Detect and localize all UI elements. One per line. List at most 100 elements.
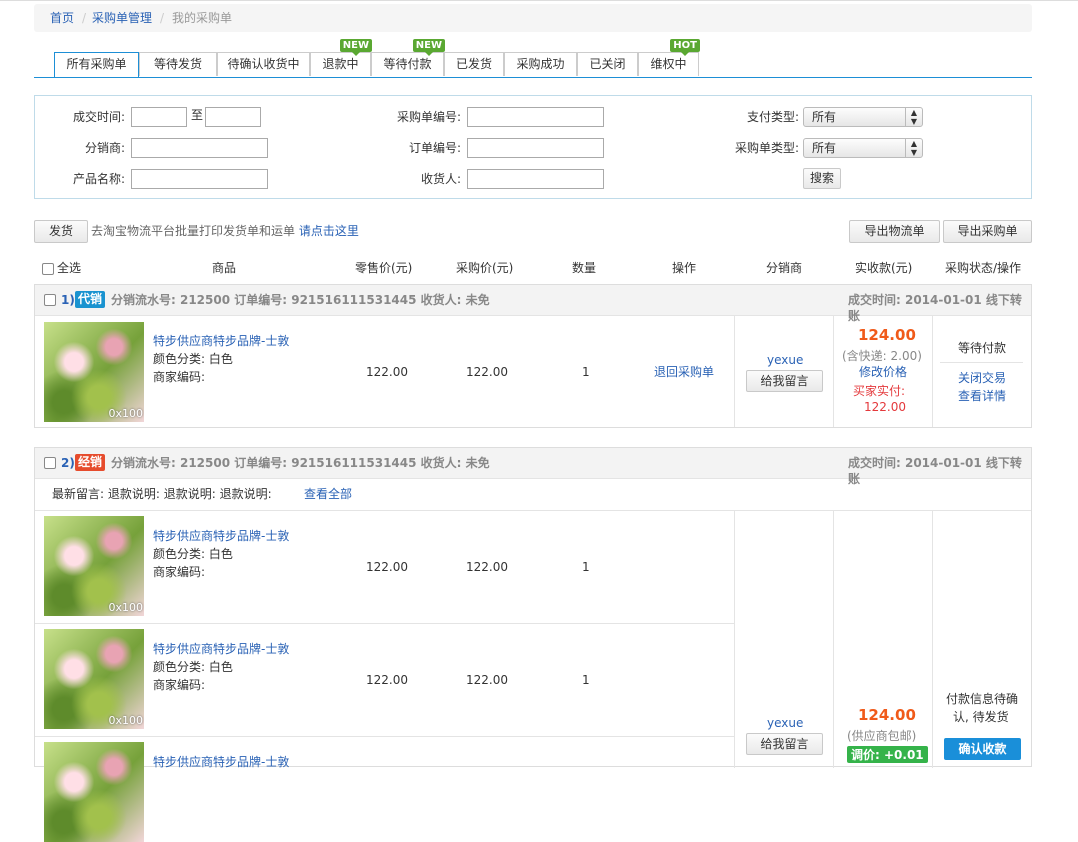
buyer-paid-amount: 122.00 [864, 400, 906, 414]
price-adjust-badge: 调价: +0.01 [847, 746, 928, 763]
search-button[interactable]: 搜索 [803, 168, 841, 189]
confirm-payment-button[interactable]: 确认收款 [944, 738, 1021, 760]
tab-label: 等待发货 [153, 57, 202, 71]
order-checkbox[interactable] [44, 294, 56, 306]
column-status: 采购状态/操作 [945, 261, 1022, 275]
breadcrumb-separator: / [82, 11, 87, 25]
deal-time-label: 成交时间: [72, 110, 125, 124]
ship-button[interactable]: 发货 [34, 220, 88, 243]
tab-awaiting-payment[interactable]: 等待付款 NEW [371, 39, 445, 76]
latest-message: 最新留言: 退款说明: 退款说明: 退款说明: [52, 487, 272, 501]
tab-label: 等待付款 [383, 57, 432, 71]
receiver-label: 收货人: [420, 172, 461, 186]
shipping-note: (供应商包邮) [847, 729, 917, 743]
tab-label: 维权中 [650, 57, 687, 71]
order-number-input[interactable] [467, 138, 604, 158]
close-trade-link[interactable]: 关闭交易 [958, 370, 1006, 386]
purchase-price: 122.00 [466, 365, 508, 379]
message-button[interactable]: 给我留言 [746, 733, 823, 755]
distributor-link[interactable]: yexue [767, 352, 803, 368]
tab-all[interactable]: 所有采购单 [54, 52, 139, 77]
breadcrumb-current: 我的采购单 [172, 11, 233, 25]
hot-badge: HOT [670, 39, 700, 56]
tab-closed[interactable]: 已关闭 [577, 52, 638, 76]
product-title-link[interactable]: 特步供应商特步品牌-士敦 [153, 640, 289, 658]
divider [35, 623, 734, 624]
filter-panel: 成交时间: 至 分销商: 产品名称: 采购单编号: 订单编号: 收货人: 支付类… [34, 95, 1032, 199]
product-title-link[interactable]: 特步供应商特步品牌-士敦 [153, 753, 289, 771]
distributor-link[interactable]: yexue [767, 715, 803, 731]
tab-awaiting-shipment[interactable]: 等待发货 [139, 52, 217, 76]
new-badge: NEW [412, 39, 445, 56]
tab-refunding[interactable]: 退款中 NEW [310, 39, 372, 76]
breadcrumb-home[interactable]: 首页 [50, 11, 74, 25]
distributor-input[interactable] [131, 138, 268, 158]
order-index: 2) [61, 456, 75, 470]
modify-price-link[interactable]: 修改价格 [859, 364, 907, 380]
quantity: 1 [582, 673, 590, 687]
deal-time-start-input[interactable] [131, 107, 187, 127]
select-all-checkbox[interactable] [42, 263, 54, 275]
column-distributor: 分销商 [766, 261, 803, 275]
product-color: 颜色分类: 白色 [153, 547, 233, 561]
select-arrows-icon: ▲ ▼ [905, 108, 922, 126]
breadcrumb-section[interactable]: 采购单管理 [92, 11, 152, 25]
quantity: 1 [582, 365, 590, 379]
po-type-select[interactable]: 所有 ▲ ▼ [803, 138, 923, 158]
divider [734, 316, 735, 427]
tab-awaiting-receipt[interactable]: 待确认收货中 [217, 52, 310, 76]
retail-price: 122.00 [366, 560, 408, 574]
product-thumbnail[interactable]: 0x100 [44, 322, 144, 422]
tab-dispute[interactable]: 维权中 HOT [638, 39, 700, 76]
order-meta: 分销流水号: 212500 订单编号: 921516111531445 收货人:… [111, 293, 490, 307]
ship-hint-link[interactable]: 请点击这里 [299, 224, 359, 238]
product-title-link[interactable]: 特步供应商特步品牌-士敦 [153, 332, 289, 350]
product-thumbnail[interactable]: 0x100 [44, 516, 144, 616]
order-amount: 124.00 [858, 706, 916, 724]
divider [940, 362, 1023, 363]
receiver-input[interactable] [467, 169, 604, 189]
divider [734, 511, 735, 768]
po-number-label: 采购单编号: [396, 110, 461, 124]
product-color: 颜色分类: 白色 [153, 660, 233, 674]
message-button[interactable]: 给我留言 [746, 370, 823, 392]
product-thumbnail[interactable]: 0x100 [44, 629, 144, 729]
retail-price: 122.00 [366, 673, 408, 687]
order-time: 成交时间: 2014-01-01 线下转账 [848, 456, 1022, 486]
order-card: 1) 代销 分销流水号: 212500 订单编号: 92151611153144… [34, 284, 1032, 428]
po-type-label: 采购单类型: [734, 141, 799, 155]
column-action: 操作 [672, 261, 697, 275]
column-purchase-price: 采购价(元) [456, 261, 514, 275]
tab-shipped[interactable]: 已发货 [444, 52, 504, 76]
view-details-link[interactable]: 查看详情 [958, 388, 1006, 404]
pay-type-select[interactable]: 所有 ▲ ▼ [803, 107, 923, 127]
divider [833, 316, 834, 427]
purchase-price: 122.00 [466, 560, 508, 574]
export-logistics-button[interactable]: 导出物流单 [849, 220, 940, 243]
order-status-line2: 认, 待发货 [953, 710, 1009, 724]
po-number-input[interactable] [467, 107, 604, 127]
product-thumbnail[interactable] [44, 742, 144, 842]
return-po-link[interactable]: 退回采购单 [654, 364, 714, 380]
divider [35, 510, 1031, 511]
export-po-button[interactable]: 导出采购单 [943, 220, 1032, 243]
view-all-link[interactable]: 查看全部 [304, 486, 352, 502]
order-checkbox[interactable] [44, 457, 56, 469]
ship-hint: 去淘宝物流平台批量打印发货单和运单 请点击这里 [91, 223, 359, 239]
product-name-label: 产品名称: [72, 172, 125, 186]
ship-hint-text: 去淘宝物流平台批量打印发货单和运单 [91, 224, 296, 238]
product-name-input[interactable] [131, 169, 268, 189]
product-title-link[interactable]: 特步供应商特步品牌-士敦 [153, 527, 289, 545]
deal-time-end-input[interactable] [205, 107, 261, 127]
tab-success[interactable]: 采购成功 [504, 52, 577, 76]
divider [833, 511, 834, 768]
select-arrows-icon: ▲ ▼ [905, 139, 922, 157]
thumbnail-overlay: 0x100 [108, 714, 143, 727]
order-header: 1) 代销 分销流水号: 212500 订单编号: 92151611153144… [35, 285, 1031, 323]
tab-label: 已关闭 [589, 57, 626, 71]
tab-label: 所有采购单 [66, 57, 127, 71]
distribution-tag: 经销 [75, 454, 106, 471]
divider [932, 316, 933, 427]
pay-type-label: 支付类型: [746, 110, 799, 124]
column-quantity: 数量 [572, 261, 597, 275]
